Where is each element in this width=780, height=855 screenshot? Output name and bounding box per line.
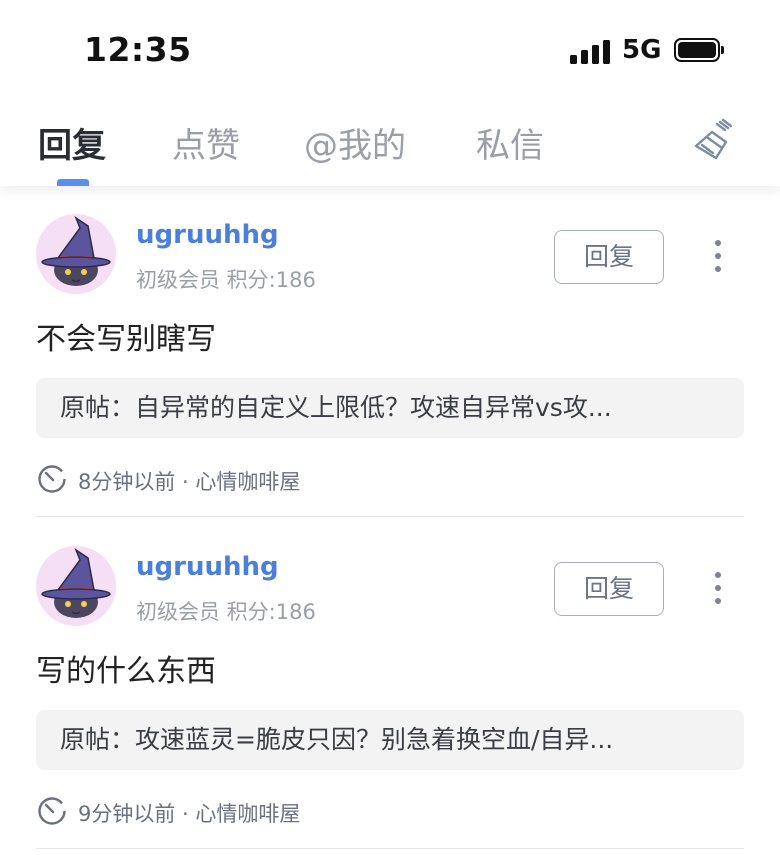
username[interactable]: ugruuhhg (136, 552, 279, 582)
time-and-board: 8分钟以前 · 心情咖啡屋 (78, 470, 301, 494)
reply-button[interactable]: 回复 (554, 562, 664, 616)
divider (36, 516, 744, 517)
comment-text: 写的什么东西 (36, 654, 216, 689)
network-type: 5G (622, 35, 662, 65)
reply-feed: ugruuhhg 初级会员 积分:186 回复 不会写别瞎写 原帖：自异常的自定… (0, 186, 780, 850)
avatar[interactable] (36, 214, 116, 294)
user-meta: 初级会员 积分:186 (136, 268, 316, 292)
status-bar: 12:35 5G (0, 0, 780, 100)
original-post-quote[interactable]: 原帖：攻速蓝灵=脆皮只因？别急着换空血/自异... (36, 710, 744, 770)
user-meta: 初级会员 积分:186 (136, 600, 316, 624)
tab-reply[interactable]: 回复 (38, 118, 106, 167)
username[interactable]: ugruuhhg (136, 220, 279, 250)
active-tab-indicator (57, 179, 89, 186)
clock-icon (38, 797, 66, 825)
signal-icon (570, 40, 612, 64)
broom-icon[interactable] (690, 116, 736, 162)
reply-button[interactable]: 回复 (554, 230, 664, 284)
clock-icon (38, 465, 66, 493)
tab-mentions[interactable]: @我的 (304, 118, 406, 167)
status-time: 12:35 (84, 30, 192, 69)
tab-likes[interactable]: 点赞 (172, 118, 240, 167)
reply-item: ugruuhhg 初级会员 积分:186 回复 不会写别瞎写 原帖：自异常的自定… (0, 186, 780, 518)
comment-text: 不会写别瞎写 (36, 322, 216, 357)
more-icon[interactable] (704, 236, 732, 276)
notification-tabs: 回复 点赞 @我的 私信 (0, 100, 780, 186)
original-post-quote[interactable]: 原帖：自异常的自定义上限低？攻速自异常vs攻... (36, 378, 744, 438)
reply-item: ugruuhhg 初级会员 积分:186 回复 写的什么东西 原帖：攻速蓝灵=脆… (0, 518, 780, 850)
battery-icon (674, 38, 724, 62)
divider (36, 848, 744, 849)
avatar[interactable] (36, 546, 116, 626)
time-and-board: 9分钟以前 · 心情咖啡屋 (78, 802, 301, 826)
tab-messages[interactable]: 私信 (476, 118, 544, 167)
more-icon[interactable] (704, 568, 732, 608)
